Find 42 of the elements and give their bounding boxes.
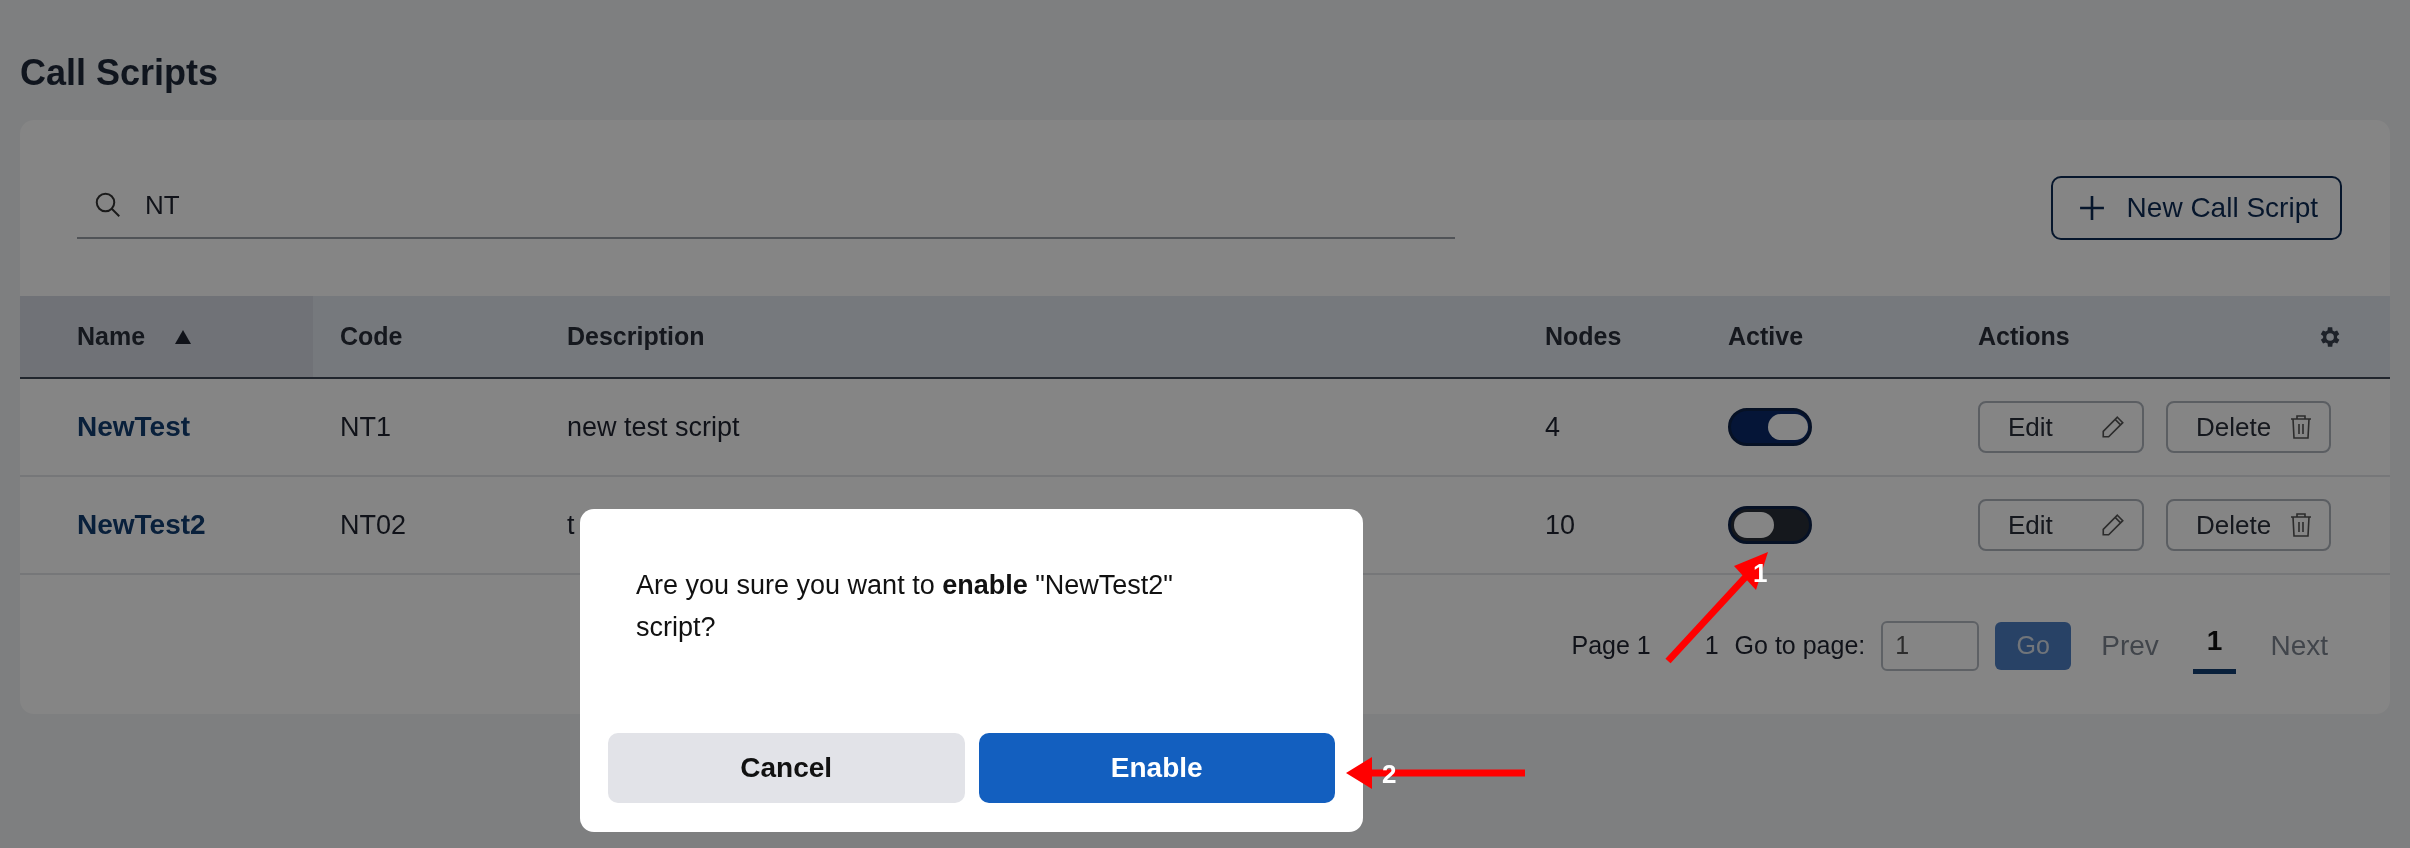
page-summary: Page 1 <box>1571 631 1651 660</box>
toggle-switch[interactable] <box>1728 408 1812 446</box>
column-header[interactable]: Name <box>77 322 146 351</box>
prev-button[interactable]: Prev <box>2087 621 2173 670</box>
code-text: NT1 <box>340 411 391 442</box>
page-total: 1 <box>1704 631 1719 660</box>
column-header[interactable]: Code <box>340 322 403 351</box>
column-header[interactable]: Actions <box>1978 322 2070 351</box>
page-button[interactable]: 1 <box>2192 617 2237 674</box>
edit-button[interactable]: Edit <box>1978 499 2144 551</box>
script-name-link[interactable]: NewTest <box>77 411 191 442</box>
search-icon <box>93 190 123 220</box>
nodes-count: 10 <box>1545 509 1576 540</box>
plus-icon <box>2078 195 2105 221</box>
search-field[interactable]: NT <box>145 189 745 221</box>
trash-icon <box>2289 414 2314 440</box>
new-call-script-button[interactable]: New Call Script <box>2050 176 2342 240</box>
script-name-link[interactable]: NewTest2 <box>77 509 206 540</box>
nodes-count: 4 <box>1545 411 1561 442</box>
delete-button[interactable]: Delete <box>2166 401 2332 453</box>
page-number-input[interactable]: 1 <box>1881 620 1980 671</box>
description-text: t <box>567 509 575 540</box>
enable-button[interactable]: Enable <box>978 733 1335 803</box>
cancel-button[interactable]: Cancel <box>608 733 965 803</box>
column-header[interactable]: Nodes <box>1545 322 1622 351</box>
pencil-icon <box>2100 512 2126 538</box>
annotation-number: 1 <box>1753 558 1768 588</box>
column-header[interactable]: Active <box>1728 322 1804 351</box>
edit-button[interactable]: Edit <box>1978 401 2144 453</box>
next-button[interactable]: Next <box>2256 621 2342 670</box>
pencil-icon <box>2100 414 2126 440</box>
column-header[interactable]: Description <box>567 322 705 351</box>
delete-button[interactable]: Delete <box>2166 499 2332 551</box>
code-text: NT02 <box>340 509 407 540</box>
sort-ascending-icon <box>175 329 192 344</box>
annotation-number: 2 <box>1382 759 1397 789</box>
go-to-page-label: Go to page: <box>1734 631 1866 660</box>
toggle-switch[interactable] <box>1728 506 1812 544</box>
dialog-message: Are you sure you want to enable "NewTest2" script? <box>636 569 1174 644</box>
page-title: Call Scripts <box>20 52 220 94</box>
trash-icon <box>2289 512 2314 538</box>
description-text: new test script <box>567 411 740 442</box>
